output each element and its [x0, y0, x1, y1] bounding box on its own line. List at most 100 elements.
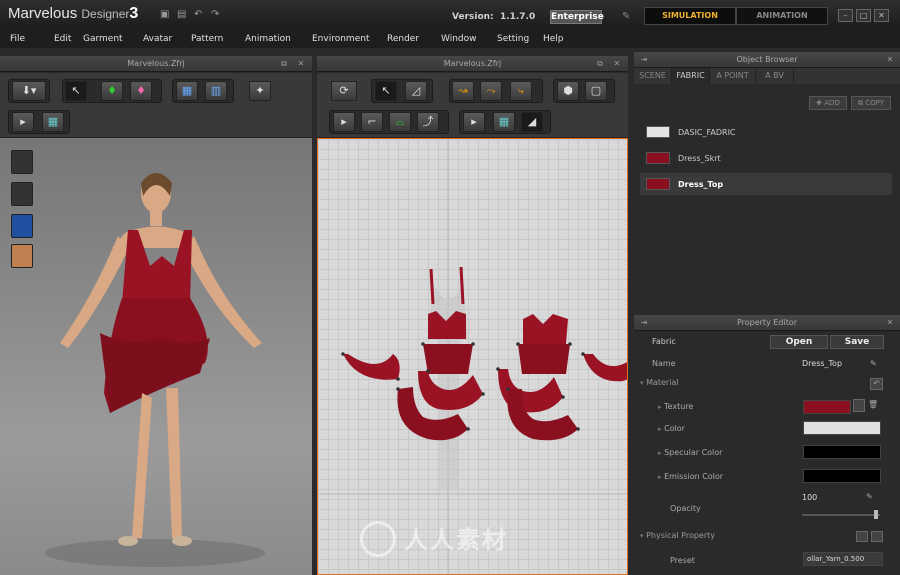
trash-icon[interactable]: 🗑 [868, 400, 878, 409]
texture-grid-icon[interactable]: ▦ [493, 112, 515, 132]
close-icon[interactable]: ✕ [295, 58, 307, 69]
redo-icon[interactable]: ↷ [211, 10, 222, 20]
free-sewing-icon[interactable]: ⤴ [417, 112, 439, 132]
emission-row: ▸ Emission Color [640, 467, 892, 487]
watermark-logo [360, 521, 396, 557]
edit-icon[interactable]: ✎ [870, 359, 877, 368]
segment-icon[interactable]: ▸ [333, 112, 355, 132]
close-icon[interactable]: ✕ [884, 317, 896, 328]
close-button[interactable]: ✕ [874, 9, 889, 22]
open-button[interactable]: Open [770, 335, 828, 349]
reset-icon[interactable]: ↶ [870, 378, 883, 390]
garment-select-icon[interactable]: ♦ [101, 81, 123, 101]
tack-icon[interactable]: ▥ [205, 81, 227, 101]
texture-row: ▸ Texture 🗑 [640, 397, 892, 417]
polygon-icon[interactable]: ⬢ [557, 81, 579, 101]
sewing-icon[interactable]: ⌓ [389, 112, 411, 132]
close-icon[interactable]: ✕ [884, 54, 896, 65]
opacity-slider-track[interactable] [802, 514, 880, 516]
menu-help[interactable]: Help [543, 30, 573, 48]
edit-curvature-icon[interactable]: ↝ [452, 81, 474, 101]
list-item[interactable]: Dress_Skrt [640, 147, 892, 169]
texture-swatch[interactable] [803, 400, 851, 414]
preset-select[interactable]: ollar_Yarn_0.500 [803, 552, 883, 566]
menu-window[interactable]: Window [441, 30, 497, 48]
app-logo: Marvelous Designer3 [8, 5, 139, 22]
pattern-pieces [318, 139, 627, 574]
opacity-slider-handle[interactable] [874, 510, 878, 519]
eyedropper-icon[interactable]: ✎ [866, 492, 873, 501]
pin-icon[interactable]: ✎ [622, 11, 630, 22]
simulation-dropdown-icon[interactable]: ⬇▾ [12, 81, 46, 101]
object-browser-tabs: SCENE FABRIC A POINT A BV [634, 68, 900, 84]
maximize-button[interactable]: □ [856, 9, 871, 22]
menu-render[interactable]: Render [387, 30, 441, 48]
minimize-button[interactable]: – [838, 9, 853, 22]
menu-setting[interactable]: Setting [497, 30, 543, 48]
menu-garment[interactable]: Garment [83, 30, 143, 48]
physical-property-section[interactable]: ▾ Physical Property [640, 531, 892, 549]
menu-pattern[interactable]: Pattern [191, 30, 245, 48]
rectangle-icon[interactable]: ▢ [585, 81, 607, 101]
emission-swatch[interactable] [803, 469, 881, 483]
fabric-row: Fabric Open Save [640, 332, 892, 352]
menu-edit[interactable]: Edit [54, 30, 83, 48]
color-row: ▸ Color [640, 419, 892, 439]
view2d-toolbar: ⟳ ↖ ◿ ↝ ⤳ ⤷ ⬢ ▢ ▸ ⌐ ⌓ ⤴ ▸ ▦ ◢ [317, 73, 628, 138]
tab-animation[interactable]: ANIMATION [736, 7, 828, 25]
name-field[interactable]: Dress_Top [802, 359, 842, 368]
undock-icon[interactable]: ⧉ [594, 58, 606, 69]
reset-view-icon[interactable]: ⟳ [331, 81, 357, 101]
view3d-title: Marvelous.Zfrj [127, 59, 185, 68]
grid-icon[interactable] [853, 399, 865, 412]
specular-swatch[interactable] [803, 445, 881, 459]
grid-icon[interactable]: ▦ [42, 112, 64, 132]
opacity-value[interactable]: 100 [802, 493, 817, 502]
add-point-icon[interactable]: ⤳ [480, 81, 502, 101]
menu-environment[interactable]: Environment [312, 30, 387, 48]
tab-fabric[interactable]: FABRIC [672, 68, 710, 84]
pin-icon[interactable]: ⇥ [638, 54, 650, 65]
material-section[interactable]: ▾ Material ↶ [640, 378, 892, 396]
collapse-icon: ▾ [640, 379, 644, 387]
close-icon[interactable]: ✕ [611, 58, 623, 69]
texture-edit-icon[interactable]: ◢ [521, 112, 543, 132]
pose-icon[interactable]: ✦ [249, 81, 271, 101]
menu-bar: File Edit Garment Avatar Pattern Animati… [0, 30, 900, 48]
pin-icon[interactable]: ⇥ [638, 317, 650, 328]
save-icon[interactable] [871, 531, 883, 542]
preset-row: Preset ollar_Yarn_0.500 [640, 551, 892, 571]
select-mesh-icon[interactable]: ▸ [12, 112, 34, 132]
view3d-canvas[interactable] [0, 138, 312, 575]
edition-badge: Enterprise [550, 10, 604, 24]
tab-scene[interactable]: SCENE [634, 68, 672, 84]
undo-icon[interactable]: ↶ [194, 10, 205, 20]
add-button[interactable]: ✚ ADD [809, 96, 847, 110]
specular-row: ▸ Specular Color [640, 443, 892, 463]
transform-pattern-icon[interactable]: ↖ [375, 81, 397, 101]
list-item[interactable]: DASIC_FADRIC [640, 121, 892, 143]
garment-fold-icon[interactable]: ♦ [130, 81, 152, 101]
seam-icon[interactable]: ⌐ [361, 112, 383, 132]
tab-simulation[interactable]: SIMULATION [644, 7, 736, 25]
save-button[interactable]: Save [830, 335, 884, 349]
tab-a-point[interactable]: A POINT [710, 68, 756, 84]
tab-a-bv[interactable]: A BV [756, 68, 794, 84]
curve-point-icon[interactable]: ⤷ [510, 81, 532, 101]
open-folder-icon[interactable]: ▤ [177, 10, 188, 20]
load-icon[interactable] [856, 531, 868, 542]
arrangement-icon[interactable]: ▦ [176, 81, 198, 101]
view2d-canvas[interactable] [317, 138, 628, 575]
menu-avatar[interactable]: Avatar [143, 30, 191, 48]
save-icon[interactable]: ▣ [160, 10, 171, 20]
select-move-icon[interactable]: ↖ [65, 81, 87, 101]
menu-file[interactable]: File [10, 30, 54, 48]
select-texture-icon[interactable]: ▸ [463, 112, 485, 132]
copy-button[interactable]: ⧉ COPY [851, 96, 891, 110]
watermark-text: 人人素材 [404, 526, 508, 554]
color-swatch[interactable] [803, 421, 881, 435]
menu-animation[interactable]: Animation [245, 30, 312, 48]
list-item[interactable]: Dress_Top [640, 173, 892, 195]
edit-point-icon[interactable]: ◿ [405, 81, 427, 101]
undock-icon[interactable]: ⧉ [278, 58, 290, 69]
